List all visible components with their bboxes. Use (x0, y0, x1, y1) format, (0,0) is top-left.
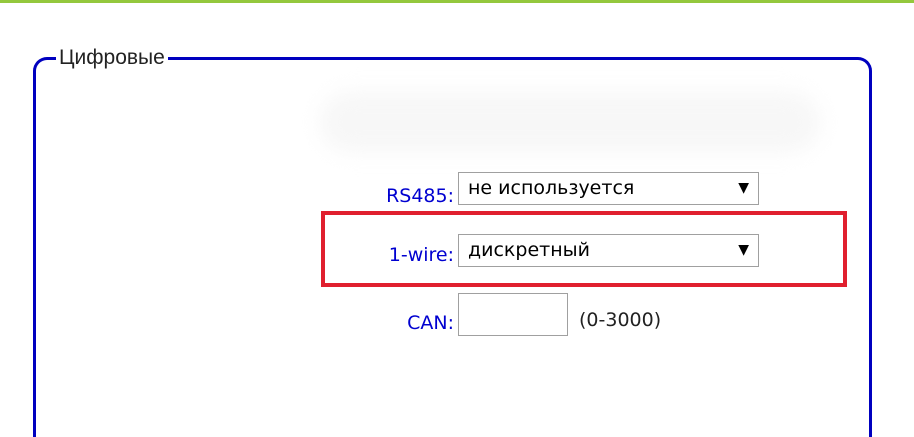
rs485-label: RS485: (386, 185, 454, 207)
dropdown-arrow-icon[interactable]: ▼ (738, 173, 749, 204)
highlight-frame (321, 211, 847, 287)
rs485-select[interactable]: не используется ▼ (458, 172, 759, 205)
can-range-hint: (0-3000) (579, 309, 662, 331)
redacted-area (320, 92, 820, 152)
can-label: CAN: (407, 312, 454, 334)
rs485-selected-value: не используется (468, 177, 635, 199)
can-input[interactable] (458, 293, 568, 336)
top-accent-line (0, 0, 914, 3)
fieldset-legend: Цифровые (56, 45, 168, 71)
